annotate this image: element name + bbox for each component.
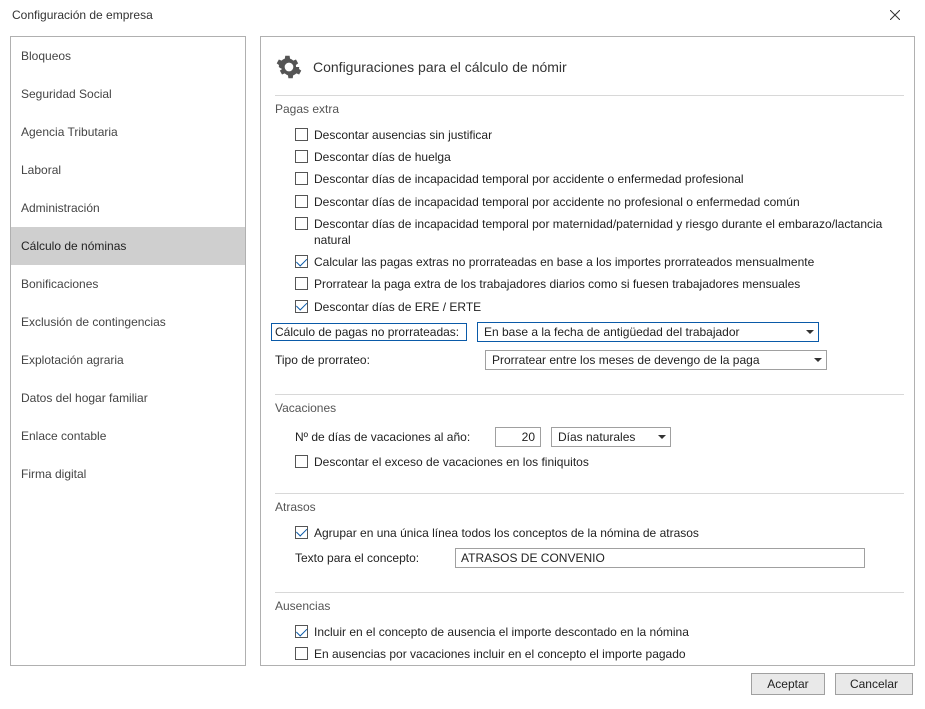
chevron-down-icon <box>806 330 814 334</box>
sidebar-item-calculo-nominas[interactable]: Cálculo de nóminas <box>11 227 245 265</box>
sidebar-item-bloqueos[interactable]: Bloqueos <box>11 37 245 75</box>
page-title: Configuraciones para el cálculo de nómir <box>313 59 567 75</box>
input-dias-vacaciones[interactable] <box>495 427 541 447</box>
select-tipo-prorrateo[interactable]: Prorratear entre los meses de devengo de… <box>485 350 827 370</box>
chevron-down-icon <box>658 435 666 439</box>
sidebar-item-seguridad-social[interactable]: Seguridad Social <box>11 75 245 113</box>
sidebar-item-explotacion-agraria[interactable]: Explotación agraria <box>11 341 245 379</box>
label-ausencias-sin-justificar: Descontar ausencias sin justificar <box>314 127 904 143</box>
titlebar: Configuración de empresa <box>0 0 925 30</box>
select-calculo-pagas-no-prorrateadas[interactable]: En base a la fecha de antigüedad del tra… <box>477 322 819 342</box>
sidebar-item-firma-digital[interactable]: Firma digital <box>11 455 245 493</box>
checkbox-incluir-importe-ausencia[interactable] <box>295 625 308 638</box>
label-calcular-pagas-extras: Calcular las pagas extras no prorrateada… <box>314 254 904 270</box>
label-prorratear-diarios: Prorratear la paga extra de los trabajad… <box>314 276 904 292</box>
checkbox-dias-huelga[interactable] <box>295 150 308 163</box>
label-tipo-prorrateo: Tipo de prorrateo: <box>275 353 475 367</box>
sidebar-item-datos-hogar[interactable]: Datos del hogar familiar <box>11 379 245 417</box>
close-button[interactable] <box>875 0 915 30</box>
section-title-vacaciones: Vacaciones <box>275 399 904 423</box>
select-value-tipo-dias-vacaciones: Días naturales <box>558 430 635 444</box>
sidebar: Bloqueos Seguridad Social Agencia Tribut… <box>10 36 246 666</box>
sidebar-item-exclusion-contingencias[interactable]: Exclusión de contingencias <box>11 303 245 341</box>
dialog-buttons: Aceptar Cancelar <box>0 666 925 702</box>
window-title: Configuración de empresa <box>12 8 153 22</box>
label-it-accidente-profesional: Descontar días de incapacidad temporal p… <box>314 171 904 187</box>
checkbox-it-maternidad[interactable] <box>295 217 308 230</box>
label-texto-concepto-atrasos: Texto para el concepto: <box>295 551 445 565</box>
section-vacaciones: Vacaciones Nº de días de vacaciones al a… <box>275 394 904 483</box>
content-panel: Configuraciones para el cálculo de nómir… <box>260 36 915 666</box>
label-ere-erte: Descontar días de ERE / ERTE <box>314 299 904 315</box>
accept-button[interactable]: Aceptar <box>751 673 825 695</box>
checkbox-calcular-pagas-extras[interactable] <box>295 255 308 268</box>
page-header: Configuraciones para el cálculo de nómir <box>275 47 904 95</box>
section-pagas-extra: Pagas extra Descontar ausencias sin just… <box>275 95 904 384</box>
label-it-accidente-no-profesional: Descontar días de incapacidad temporal p… <box>314 194 904 210</box>
label-dias-huelga: Descontar días de huelga <box>314 149 904 165</box>
gear-icon <box>275 53 303 81</box>
section-title-pagas-extra: Pagas extra <box>275 100 904 124</box>
checkbox-it-accidente-no-profesional[interactable] <box>295 195 308 208</box>
section-title-ausencias: Ausencias <box>275 597 904 621</box>
sidebar-item-administracion[interactable]: Administración <box>11 189 245 227</box>
label-agrupar-atrasos: Agrupar en una única línea todos los con… <box>314 525 904 541</box>
section-atrasos: Atrasos Agrupar en una única línea todos… <box>275 493 904 582</box>
cancel-button[interactable]: Cancelar <box>835 673 913 695</box>
label-exceso-vacaciones: Descontar el exceso de vacaciones en los… <box>314 454 904 470</box>
input-texto-concepto-atrasos[interactable] <box>455 548 865 568</box>
dialog-body: Bloqueos Seguridad Social Agencia Tribut… <box>0 30 925 666</box>
section-ausencias: Ausencias Incluir en el concepto de ause… <box>275 592 904 665</box>
checkbox-agrupar-atrasos[interactable] <box>295 526 308 539</box>
checkbox-exceso-vacaciones[interactable] <box>295 455 308 468</box>
sidebar-item-agencia-tributaria[interactable]: Agencia Tributaria <box>11 113 245 151</box>
sidebar-item-laboral[interactable]: Laboral <box>11 151 245 189</box>
checkbox-ausencias-sin-justificar[interactable] <box>295 128 308 141</box>
content-scroll[interactable]: Configuraciones para el cálculo de nómir… <box>261 37 914 665</box>
section-title-atrasos: Atrasos <box>275 498 904 522</box>
checkbox-ausencias-vacaciones-importe[interactable] <box>295 647 308 660</box>
label-incluir-importe-ausencia: Incluir en el concepto de ausencia el im… <box>314 624 904 640</box>
select-value-tipo-prorrateo: Prorratear entre los meses de devengo de… <box>492 353 760 367</box>
close-icon <box>890 10 900 20</box>
label-ausencias-vacaciones-importe: En ausencias por vacaciones incluir en e… <box>314 646 904 662</box>
label-calculo-pagas-no-prorrateadas: Cálculo de pagas no prorrateadas: <box>271 323 467 341</box>
label-it-maternidad: Descontar días de incapacidad temporal p… <box>314 216 904 248</box>
select-tipo-dias-vacaciones[interactable]: Días naturales <box>551 427 671 447</box>
checkbox-prorratear-diarios[interactable] <box>295 277 308 290</box>
chevron-down-icon <box>814 358 822 362</box>
checkbox-ere-erte[interactable] <box>295 300 308 313</box>
select-value-calculo-pagas: En base a la fecha de antigüedad del tra… <box>484 325 740 339</box>
sidebar-item-enlace-contable[interactable]: Enlace contable <box>11 417 245 455</box>
sidebar-item-bonificaciones[interactable]: Bonificaciones <box>11 265 245 303</box>
checkbox-it-accidente-profesional[interactable] <box>295 172 308 185</box>
label-dias-vacaciones: Nº de días de vacaciones al año: <box>295 430 485 444</box>
